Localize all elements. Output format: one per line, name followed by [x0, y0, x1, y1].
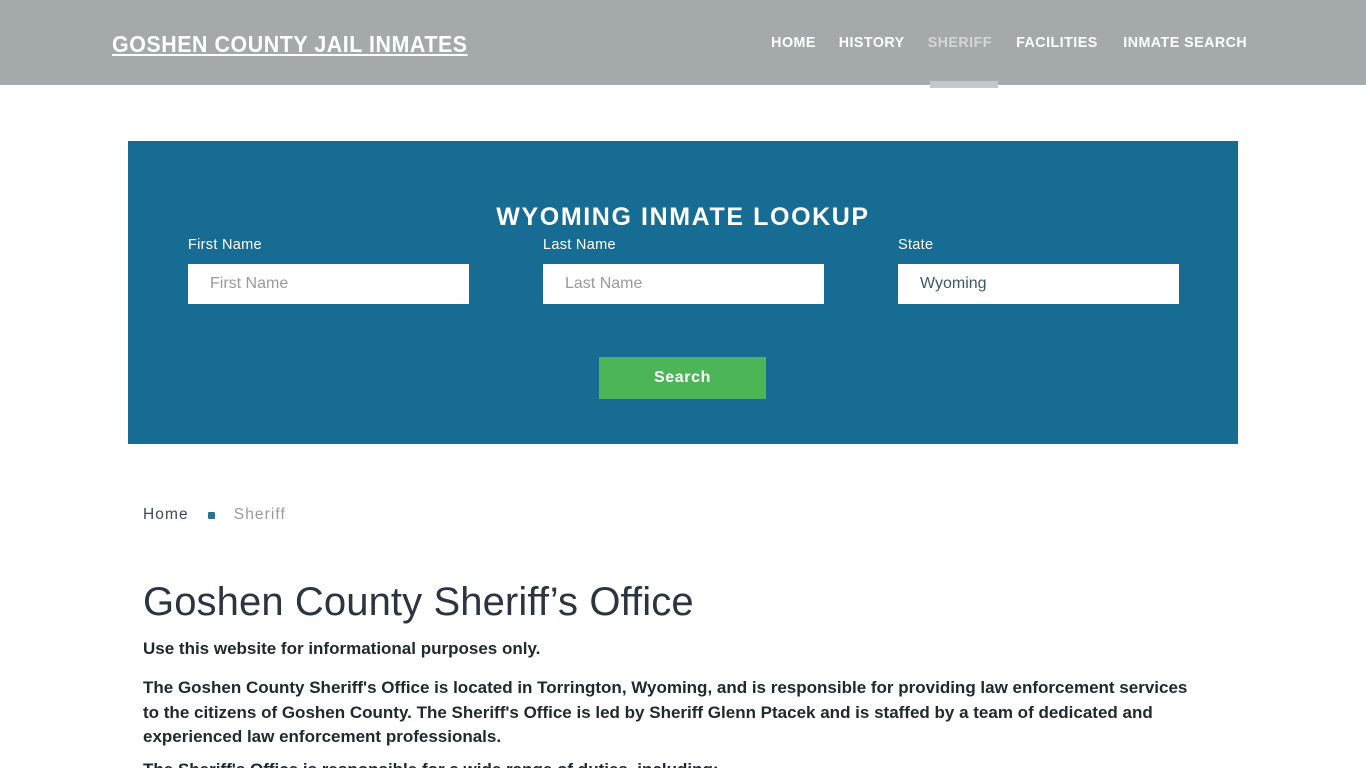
breadcrumb-separator-icon	[207, 511, 215, 519]
lookup-heading: WYOMING INMATE LOOKUP	[496, 202, 870, 231]
duties-paragraph-partial: The Sheriff's Office is responsible for …	[143, 758, 1193, 768]
breadcrumb-item-home[interactable]: Home	[143, 506, 189, 524]
nav-item-sheriff[interactable]: SHERIFF	[918, 33, 1001, 53]
last-name-input[interactable]	[543, 264, 824, 304]
site-header: GOSHEN COUNTY JAIL INMATES HOME HISTORY …	[0, 0, 1366, 88]
intro-paragraph: The Goshen County Sheriff's Office is lo…	[143, 678, 1188, 746]
nav-item-inmate-search[interactable]: INMATE SEARCH	[1113, 33, 1256, 53]
field-group-state: State	[898, 236, 1179, 304]
first-name-label: First Name	[188, 237, 262, 253]
breadcrumb: Home Sheriff	[143, 506, 286, 524]
nav-item-history[interactable]: HISTORY	[829, 33, 914, 53]
last-name-label: Last Name	[543, 237, 616, 253]
field-group-first-name: First Name	[188, 236, 469, 304]
page-title: Goshen County Sheriff’s Office	[143, 580, 694, 624]
state-input[interactable]	[898, 264, 1179, 304]
nav-item-facilities[interactable]: FACILITIES	[1006, 33, 1107, 53]
inmate-lookup-panel: WYOMING INMATE LOOKUP First Name Last Na…	[128, 141, 1238, 444]
disclaimer-note: Use this website for informational purpo…	[143, 639, 541, 658]
nav-item-home[interactable]: HOME	[761, 33, 825, 53]
field-group-last-name: Last Name	[543, 236, 824, 304]
state-label: State	[898, 237, 934, 253]
first-name-input[interactable]	[188, 264, 469, 304]
site-title[interactable]: GOSHEN COUNTY JAIL INMATES	[112, 31, 468, 57]
breadcrumb-item-current: Sheriff	[233, 506, 286, 523]
main-nav: HOME HISTORY SHERIFF FACILITIES INMATE S…	[760, 33, 1260, 53]
nav-active-indicator	[930, 81, 998, 88]
search-button[interactable]: Search	[599, 357, 766, 399]
